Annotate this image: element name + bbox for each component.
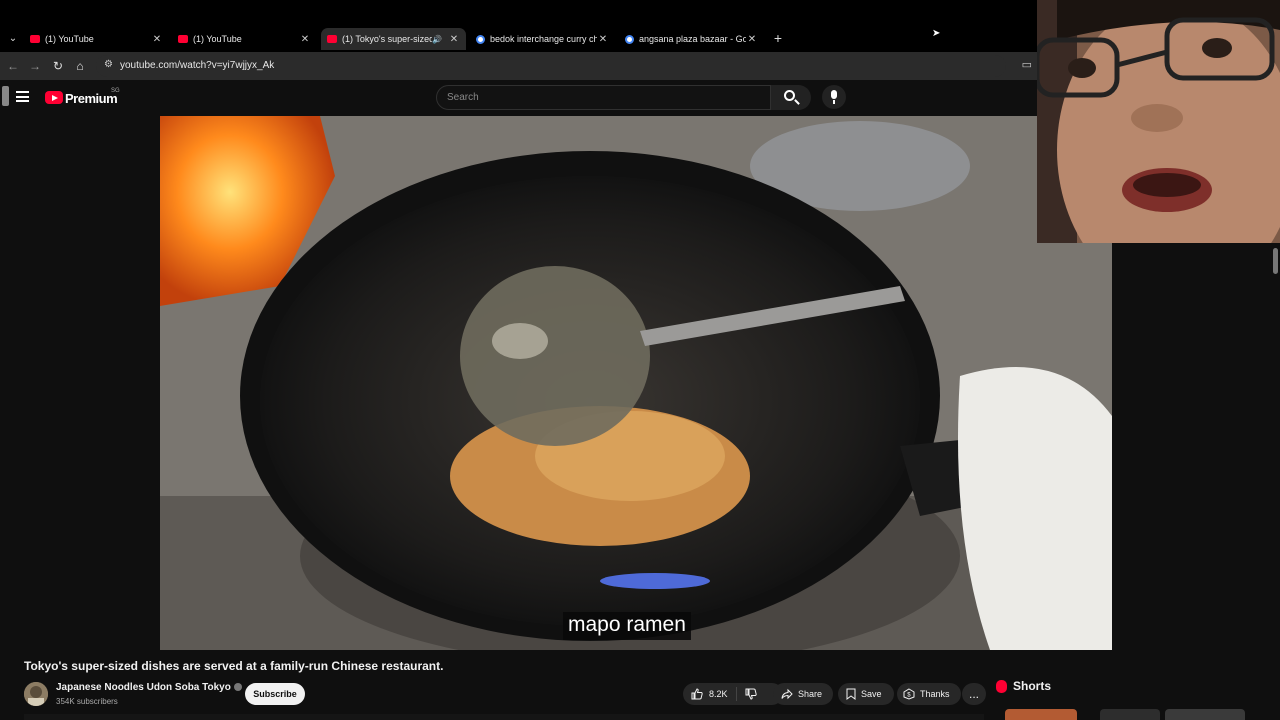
bookmark-icon: [846, 688, 856, 700]
search-icon: [784, 90, 795, 101]
thumbs-down-icon: [745, 688, 757, 700]
subscriber-count: 354K subscribers: [56, 697, 118, 706]
thanks-button[interactable]: $ Thanks: [897, 683, 961, 705]
tab-title: bedok interchange curry chick: [490, 34, 597, 44]
browser-tab[interactable]: angsana plaza bazaar - Google ✕: [619, 28, 764, 50]
browser-toolbar: ← → ↻ ⌂ ⚙ youtube.com/watch?v=yi7wjjyx_A…: [0, 52, 1040, 80]
svg-text:$: $: [907, 693, 911, 699]
video-frame-wok: [160, 116, 1112, 650]
like-count: 8.2K: [709, 689, 728, 699]
menu-icon[interactable]: [16, 91, 29, 102]
like-dislike-group: 8.2K: [683, 683, 783, 705]
shorts-shelf-header[interactable]: Shorts: [996, 679, 1051, 693]
tab-title: angsana plaza bazaar - Google: [639, 34, 746, 44]
save-label: Save: [861, 689, 882, 699]
left-edge-handle: [2, 86, 9, 106]
microphone-icon: [831, 90, 837, 99]
channel-avatar[interactable]: [24, 682, 48, 706]
webcam-overlay: [1037, 0, 1280, 243]
super-thanks-icon: $: [903, 688, 915, 700]
more-dots-icon: ...: [968, 687, 979, 701]
shorts-thumbnail[interactable]: [1100, 709, 1160, 720]
browser-tab-active[interactable]: (1) Tokyo's super-sized dish 🔊 ✕: [321, 28, 466, 50]
page-scrollbar[interactable]: [1272, 243, 1280, 720]
thumbs-up-icon: [691, 688, 703, 700]
more-actions-button[interactable]: ...: [962, 683, 986, 705]
channel-name-text[interactable]: Japanese Noodles Udon Soba Tokyo: [56, 682, 231, 693]
tab-title: (1) Tokyo's super-sized dish: [342, 34, 433, 44]
browser-tab[interactable]: bedok interchange curry chick ✕: [470, 28, 615, 50]
verified-badge-icon: [233, 683, 242, 692]
voice-search-button[interactable]: [822, 85, 846, 109]
cast-icon[interactable]: ▭: [1022, 58, 1032, 71]
tab-title: (1) YouTube: [45, 34, 94, 44]
browser-tab[interactable]: (1) YouTube ✕: [24, 28, 169, 50]
country-code: SG: [111, 88, 120, 94]
address-bar[interactable]: ⚙ youtube.com/watch?v=yi7wjjyx_Ak: [96, 55, 1006, 77]
webcam-face-image: [1037, 0, 1280, 243]
close-tab-icon[interactable]: ✕: [299, 34, 311, 45]
close-tab-icon[interactable]: ✕: [746, 34, 758, 45]
forward-arrow-icon[interactable]: →: [27, 58, 43, 74]
close-tab-icon[interactable]: ✕: [448, 34, 460, 45]
search-input[interactable]: Search: [436, 85, 771, 110]
tab-search-chevron-icon[interactable]: ⌄: [4, 30, 22, 48]
youtube-header: Premium SG Search: [0, 80, 1040, 116]
reload-icon[interactable]: ↻: [50, 58, 66, 74]
shorts-icon: [996, 679, 1007, 693]
home-icon[interactable]: ⌂: [72, 58, 88, 74]
youtube-premium-logo[interactable]: Premium: [65, 91, 118, 106]
subscribe-button[interactable]: Subscribe: [245, 683, 305, 705]
youtube-icon: [30, 35, 40, 43]
dislike-button[interactable]: [737, 683, 765, 705]
youtube-icon: [178, 35, 188, 43]
back-arrow-icon[interactable]: ←: [5, 58, 21, 74]
tab-title: (1) YouTube: [193, 34, 242, 44]
share-button[interactable]: Share: [773, 683, 833, 705]
video-player[interactable]: [160, 116, 1112, 650]
youtube-logo-icon[interactable]: [45, 91, 63, 104]
google-icon: [625, 34, 634, 44]
shorts-thumbnail[interactable]: [1005, 709, 1077, 720]
close-tab-icon[interactable]: ✕: [597, 34, 609, 45]
url-text[interactable]: youtube.com/watch?v=yi7wjjyx_Ak: [120, 60, 274, 71]
shorts-label: Shorts: [1013, 679, 1052, 693]
google-icon: [476, 34, 485, 44]
channel-name[interactable]: Japanese Noodles Udon Soba Tokyo: [56, 682, 242, 693]
description-box-edge: [24, 714, 984, 720]
mouse-cursor-icon: ➤: [932, 28, 941, 39]
site-settings-icon[interactable]: ⚙: [104, 59, 113, 70]
share-label: Share: [798, 689, 823, 699]
share-arrow-icon: [781, 688, 793, 700]
page-scrollbar-thumb[interactable]: [1273, 248, 1278, 274]
shorts-thumbnail[interactable]: [1165, 709, 1245, 720]
new-tab-plus-icon[interactable]: +: [770, 30, 786, 46]
search-button[interactable]: [771, 85, 811, 110]
speaker-icon[interactable]: 🔊: [432, 35, 442, 44]
close-tab-icon[interactable]: ✕: [151, 34, 163, 45]
search-placeholder: Search: [447, 92, 479, 103]
youtube-icon: [327, 35, 337, 43]
browser-tab[interactable]: (1) YouTube ✕: [172, 28, 317, 50]
video-caption: mapo ramen: [563, 612, 691, 640]
video-title: Tokyo's super-sized dishes are served at…: [24, 659, 444, 673]
like-button[interactable]: 8.2K: [683, 683, 736, 705]
thanks-label: Thanks: [920, 689, 950, 699]
save-button[interactable]: Save: [838, 683, 894, 705]
